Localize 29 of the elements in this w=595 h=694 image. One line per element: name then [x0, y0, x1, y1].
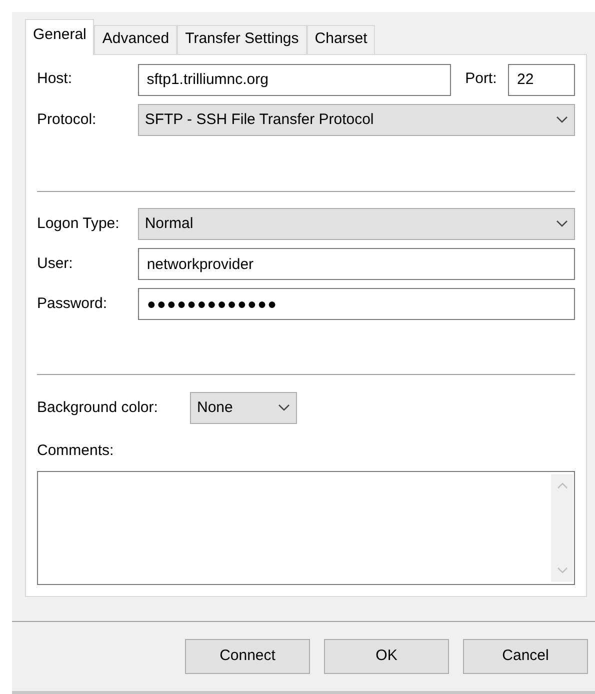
chevron-down-icon — [556, 220, 568, 228]
tab[interactable]: Charset — [306, 25, 376, 54]
chevron-up-icon — [556, 482, 568, 488]
chevron-down-icon — [278, 404, 290, 412]
port-field[interactable]: 22 — [508, 64, 575, 96]
dialog-button[interactable]: Cancel — [463, 639, 588, 674]
dialog-button[interactable]: Connect — [185, 639, 310, 674]
password-field[interactable]: ●●●●●●●●●●●●● — [138, 288, 575, 320]
comments-label: Comments: — [37, 442, 114, 459]
comments-field[interactable] — [37, 470, 575, 584]
protocol-dropdown[interactable]: SFTP - SSH File Transfer Protocol — [138, 104, 575, 136]
logon-type-label: Logon Type: — [37, 214, 120, 234]
tab[interactable]: General — [25, 19, 94, 55]
password-label: Password: — [37, 294, 108, 314]
port-label: Port: — [465, 69, 498, 90]
tab[interactable]: Transfer Settings — [177, 25, 307, 54]
background-color-label: Background color: — [37, 398, 159, 418]
background-color-dropdown[interactable]: None — [190, 392, 297, 424]
dialog-button[interactable]: OK — [324, 639, 449, 674]
scrollbar[interactable] — [551, 474, 573, 582]
user-label: User: — [37, 254, 74, 274]
chevron-down-icon — [556, 566, 568, 574]
host-label: Host: — [37, 69, 74, 90]
tab[interactable]: Advanced — [94, 25, 178, 54]
chevron-down-icon — [556, 116, 568, 124]
user-field[interactable]: networkprovider — [138, 248, 575, 280]
logon-type-dropdown[interactable]: Normal — [138, 208, 575, 240]
host-field[interactable]: sftp1.trilliumnc.org — [138, 64, 452, 96]
protocol-label: Protocol: — [37, 110, 98, 130]
